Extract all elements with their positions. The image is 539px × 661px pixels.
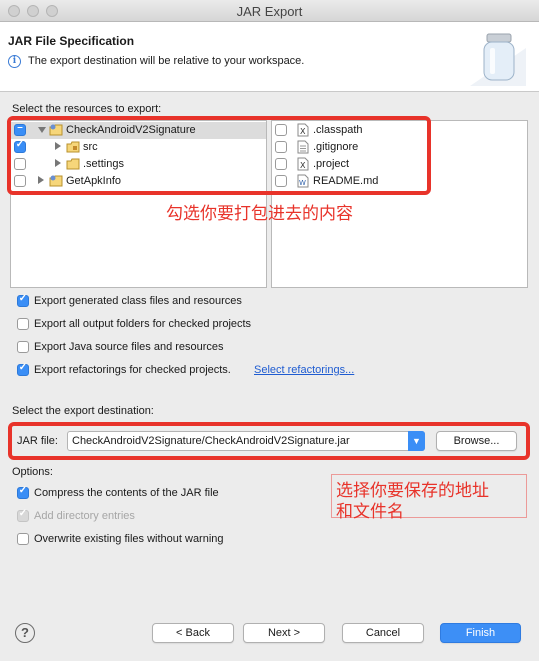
option-checkbox: ✓ <box>17 508 29 522</box>
back-button[interactable]: < Back <box>152 623 234 643</box>
option-label: Export all output folders for checked pr… <box>34 318 252 330</box>
info-icon: i <box>8 55 21 68</box>
option-label: Add directory entries <box>34 510 135 522</box>
option-label: Overwrite existing files without warning <box>34 533 224 545</box>
destination-label: Select the export destination: <box>12 405 154 417</box>
window-title: JAR Export <box>236 4 303 19</box>
options-label: Options: <box>12 466 53 478</box>
page-title: JAR File Specification <box>8 34 135 48</box>
option-checkbox[interactable] <box>17 533 29 545</box>
option-label: Export generated class files and resourc… <box>34 295 242 307</box>
finish-button[interactable]: Finish <box>440 623 521 643</box>
resources-label: Select the resources to export: <box>12 103 162 115</box>
window-titlebar: JAR Export <box>0 0 539 22</box>
next-button[interactable]: Next > <box>243 623 325 643</box>
jar-banner-icon <box>470 33 526 86</box>
help-icon[interactable]: ? <box>15 623 35 643</box>
option-checkbox[interactable]: ✓ <box>17 485 29 499</box>
option-label: Export Java source files and resources <box>34 341 224 353</box>
option-checkbox[interactable]: ✓ <box>17 293 29 307</box>
option-checkbox[interactable] <box>17 318 29 330</box>
option-checkbox[interactable] <box>17 341 29 353</box>
annotation-highlight-destination <box>8 422 530 460</box>
option-label: Export refactorings for checked projects… <box>34 364 231 376</box>
wizard-header: JAR File Specification i The export dest… <box>0 22 539 92</box>
cancel-button[interactable]: Cancel <box>342 623 424 643</box>
option-label: Compress the contents of the JAR file <box>34 487 219 499</box>
annotation-destination-note-line2: 和文件名 <box>336 502 404 522</box>
select-refactorings-link[interactable]: Select refactorings... <box>254 364 354 376</box>
option-checkbox[interactable]: ✓ <box>17 362 29 376</box>
annotation-highlight-resources <box>7 116 431 195</box>
annotation-resources-note: 勾选你要打包进去的内容 <box>166 204 353 224</box>
page-description: The export destination will be relative … <box>28 55 305 67</box>
